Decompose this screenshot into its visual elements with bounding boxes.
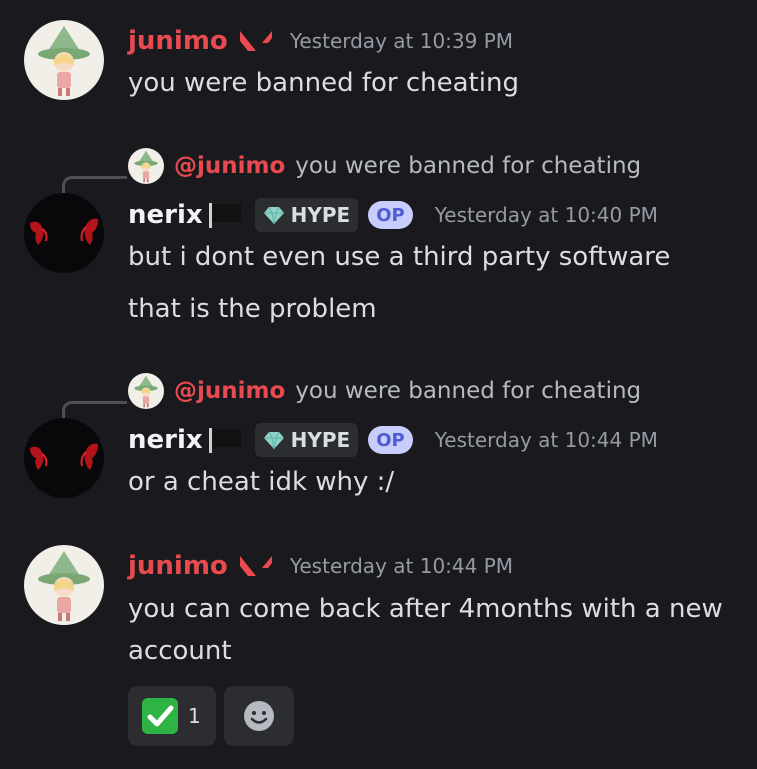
diamond-icon bbox=[263, 429, 285, 451]
message-line: you were banned for cheating bbox=[128, 68, 519, 98]
reply-snippet: you were banned for cheating bbox=[295, 378, 642, 404]
avatar-junimo[interactable] bbox=[24, 545, 104, 625]
message-line: account bbox=[128, 636, 232, 666]
message-line: that is the problem bbox=[128, 294, 377, 324]
hype-label: HYPE bbox=[290, 203, 351, 227]
message-header: nerix HYPE OP Yesterday at 10:44 PM bbox=[128, 423, 658, 457]
smiley-icon bbox=[244, 701, 274, 731]
op-badge: OP bbox=[368, 201, 413, 229]
timestamp: Yesterday at 10:40 PM bbox=[434, 203, 658, 227]
check-mark-icon bbox=[142, 698, 178, 734]
timestamp: Yesterday at 10:44 PM bbox=[289, 554, 514, 578]
reply-mention[interactable]: @junimo bbox=[174, 378, 285, 404]
reply-preview[interactable]: @junimo you were banned for cheating bbox=[128, 373, 641, 409]
reaction-count: 1 bbox=[188, 704, 201, 728]
timestamp: Yesterday at 10:44 PM bbox=[434, 428, 658, 452]
username[interactable]: junimo bbox=[128, 551, 228, 581]
message-line: you can come back after 4months with a n… bbox=[128, 594, 723, 624]
add-reaction-button[interactable] bbox=[224, 686, 294, 746]
message-line: but i dont even use a third party softwa… bbox=[128, 242, 671, 272]
reply-avatar bbox=[128, 373, 164, 409]
avatar-nerix[interactable] bbox=[24, 193, 104, 273]
reaction-check[interactable]: 1 bbox=[128, 686, 216, 746]
valorant-icon bbox=[238, 554, 274, 578]
reply-snippet: you were banned for cheating bbox=[295, 153, 642, 179]
timestamp: Yesterday at 10:39 PM bbox=[289, 29, 514, 53]
flag-icon bbox=[207, 427, 243, 453]
reply-preview[interactable]: @junimo you were banned for cheating bbox=[128, 148, 641, 184]
diamond-icon bbox=[263, 204, 285, 226]
hype-label: HYPE bbox=[290, 428, 351, 452]
reply-avatar bbox=[128, 148, 164, 184]
username[interactable]: nerix bbox=[128, 425, 203, 455]
valorant-icon bbox=[238, 29, 274, 53]
username[interactable]: nerix bbox=[128, 200, 203, 230]
avatar-junimo[interactable] bbox=[24, 20, 104, 100]
message-header: junimo Yesterday at 10:39 PM bbox=[128, 26, 513, 56]
message-header: nerix HYPE OP Yesterday at 10:40 PM bbox=[128, 198, 658, 232]
hype-tag[interactable]: HYPE bbox=[254, 423, 359, 457]
message-header: junimo Yesterday at 10:44 PM bbox=[128, 551, 513, 581]
message-line: or a cheat idk why :/ bbox=[128, 467, 395, 497]
reply-mention[interactable]: @junimo bbox=[174, 153, 285, 179]
avatar-nerix[interactable] bbox=[24, 418, 104, 498]
hype-tag[interactable]: HYPE bbox=[254, 198, 359, 232]
flag-icon bbox=[207, 202, 243, 228]
op-badge: OP bbox=[368, 426, 413, 454]
username[interactable]: junimo bbox=[128, 26, 228, 56]
